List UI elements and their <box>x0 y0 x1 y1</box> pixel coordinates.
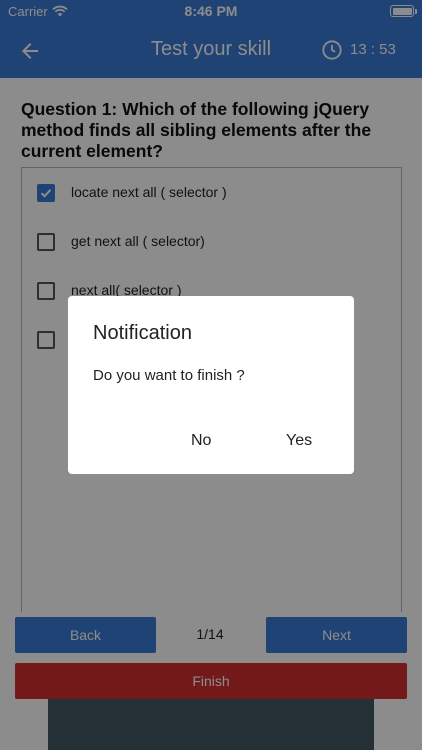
dialog-title: Notification <box>93 322 192 344</box>
notification-dialog: Notification Do you want to finish ? No … <box>68 296 354 474</box>
yes-button[interactable]: Yes <box>286 432 312 450</box>
dialog-message: Do you want to finish ? <box>93 367 245 384</box>
no-button[interactable]: No <box>191 432 211 450</box>
